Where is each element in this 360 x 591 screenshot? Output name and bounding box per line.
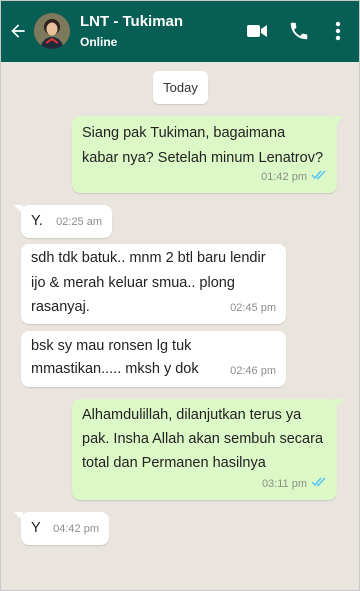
message-bubble-incoming[interactable]: Y. 02:25 am: [14, 205, 112, 238]
message-bubble-outgoing[interactable]: Alhamdulillah, dilanjutkan terus ya pak.…: [72, 399, 344, 500]
double-check-icon: [311, 166, 327, 188]
message-line: sdh tdk batuk.. mnm 2 btl baru lendir: [31, 250, 266, 266]
bubble-tail: [335, 399, 344, 408]
message-line: rasanyaj.: [31, 299, 90, 315]
message-bubble-incoming[interactable]: bsk sy mau ronsen lg tuk mmastikan..... …: [21, 331, 286, 387]
message-bubble-incoming[interactable]: sdh tdk batuk.. mnm 2 btl baru lendir ij…: [21, 244, 286, 324]
message-line: mmastikan..... mksh y dok: [31, 361, 199, 377]
more-vert-icon: [335, 21, 341, 41]
video-call-icon: [247, 25, 267, 37]
bubble-tail: [335, 116, 344, 125]
message-time: 03:11 pm: [261, 478, 307, 490]
video-call-button[interactable]: [236, 0, 278, 62]
avatar[interactable]: [34, 13, 70, 49]
message-time: 01:42 pm: [261, 171, 307, 183]
contact-name: LNT - Tukiman: [80, 12, 184, 30]
message-meta: 03:11 pm: [262, 473, 327, 495]
back-button[interactable]: [2, 0, 34, 62]
double-check-icon: [311, 473, 327, 495]
bubble-tail: [14, 512, 23, 521]
chat-screen: LNT - Tukiman Online Today Siang pak Tuk…: [0, 0, 360, 591]
message-line: Siang pak Tukiman, bagaimana: [82, 125, 286, 141]
date-chip: Today: [153, 71, 208, 104]
message-list[interactable]: Today Siang pak Tukiman, bagaimana kabar…: [0, 62, 360, 591]
more-options-button[interactable]: [320, 0, 356, 62]
avatar-image: [34, 13, 70, 49]
message-line: total dan Permanen hasilnya: [82, 455, 266, 471]
back-arrow-icon: [11, 24, 25, 38]
contact-status: Online: [80, 34, 118, 49]
header-actions: [236, 0, 360, 62]
bubble-tail: [14, 205, 23, 214]
message-bubble-incoming[interactable]: Y 04:42 pm: [14, 512, 109, 545]
message-line: bsk sy mau ronsen lg tuk: [31, 338, 192, 354]
message-line: Alhamdulillah, dilanjutkan terus ya: [82, 407, 302, 423]
message-time: 02:46 pm: [230, 365, 276, 377]
voice-call-button[interactable]: [278, 0, 320, 62]
message-line: Y.: [31, 213, 43, 229]
message-time: 02:25 am: [56, 216, 102, 228]
message-line: pak. Insha Allah akan sembuh secara: [82, 431, 324, 447]
message-meta: 01:42 pm: [261, 166, 327, 188]
message-time: 04:42 pm: [53, 523, 99, 535]
message-bubble-outgoing[interactable]: Siang pak Tukiman, bagaimana kabar nya? …: [72, 116, 344, 193]
message-line: ijo & merah keluar smua.. plong: [31, 275, 235, 291]
message-time: 02:45 pm: [230, 302, 276, 314]
contact-info[interactable]: LNT - Tukiman Online: [80, 13, 183, 50]
phone-icon: [290, 22, 308, 40]
chat-header: LNT - Tukiman Online: [0, 0, 360, 62]
message-line: Y: [31, 520, 41, 536]
